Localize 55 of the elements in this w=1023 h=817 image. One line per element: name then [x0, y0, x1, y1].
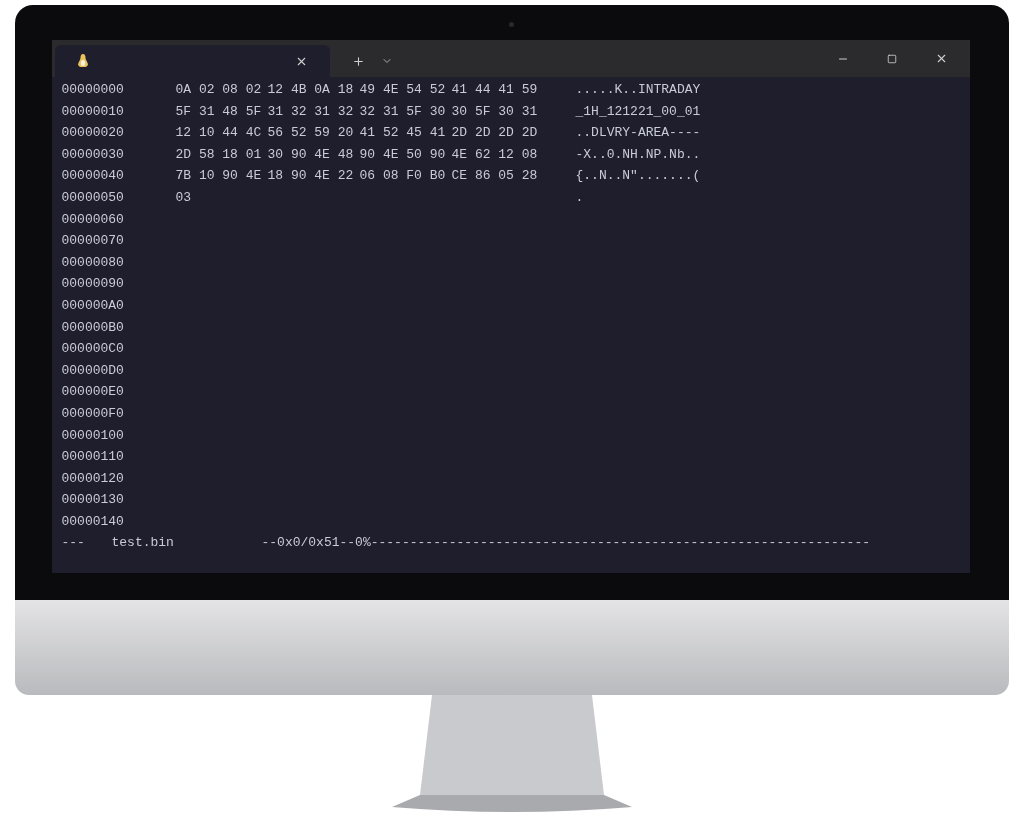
hex-bytes: 56 52 59 20 — [267, 124, 355, 143]
ascii-text: {..N..N".......( — [575, 167, 701, 186]
hex-bytes: 31 32 31 32 — [267, 102, 355, 121]
hex-bytes: 30 90 4E 48 — [267, 145, 355, 164]
hex-bytes: 32 31 5F 30 — [359, 102, 447, 121]
hex-bytes: 06 08 F0 B0 — [359, 167, 447, 186]
offset-text: 00000070 — [61, 232, 125, 251]
hex-bytes: 18 90 4E 22 — [267, 167, 355, 186]
hex-bytes: 7B 10 90 4E — [175, 167, 263, 186]
offset-text: 000000A0 — [61, 296, 125, 315]
offset-text: 00000130 — [61, 491, 125, 510]
offset-text: 00000110 — [61, 448, 125, 467]
new-tab-icon[interactable] — [351, 54, 365, 68]
hex-bytes: 03 — [175, 188, 193, 207]
offset-text: 00000050 — [61, 188, 125, 207]
hex-bytes: 49 4E 54 52 — [359, 81, 447, 99]
hex-bytes: 90 4E 50 90 — [359, 145, 447, 164]
hex-bytes: 30 5F 30 31 — [451, 102, 539, 121]
ascii-text: .....K..INTRADAY — [575, 81, 701, 99]
offset-text: 000000D0 — [61, 361, 125, 380]
offset-text: 000000B0 — [61, 318, 125, 337]
hex-bytes: 5F 31 48 5F — [175, 102, 263, 121]
hex-bytes: 2D 58 18 01 — [175, 145, 263, 164]
offset-text: 00000040 — [61, 167, 125, 186]
position-text: --0x0/0x51--0%---------------------------------------------------------------- — [261, 534, 870, 553]
hex-bytes: 41 44 41 59 — [451, 81, 539, 99]
hex-bytes: CE 86 05 28 — [451, 167, 539, 186]
offset-text: 00000020 — [61, 124, 125, 143]
offset-text: 00000140 — [61, 512, 125, 531]
hex-bytes: 12 10 44 4C — [175, 124, 263, 143]
offset-text: 000000C0 — [61, 340, 125, 359]
ascii-text: ..DLVRY-AREA---- — [575, 124, 701, 143]
status-marker: --- — [61, 534, 86, 553]
offset-text: 00000100 — [61, 426, 125, 445]
hex-bytes: 41 52 45 41 — [359, 124, 447, 143]
offset-text: 000000E0 — [61, 383, 125, 402]
offset-text: 00000060 — [61, 210, 125, 229]
file-name: test.bin — [111, 534, 175, 553]
penguin-icon — [76, 54, 89, 68]
ascii-text: . — [575, 188, 584, 207]
offset-text: 00000090 — [61, 275, 125, 294]
camera-icon — [508, 22, 514, 27]
offset-text: 00000030 — [61, 145, 125, 164]
hex-bytes: 2D 2D 2D 2D — [451, 124, 539, 143]
offset-text: 000000F0 — [61, 404, 125, 423]
offset-text: 00000080 — [61, 253, 125, 272]
hex-bytes: 0A 02 08 02 — [175, 81, 263, 99]
offset-text: 00000000 — [61, 81, 125, 99]
hex-bytes: 4E 62 12 08 — [451, 145, 539, 164]
offset-text: 00000120 — [61, 469, 125, 488]
offset-text: 00000010 — [61, 102, 125, 121]
hex-bytes: 12 4B 0A 18 — [267, 81, 355, 99]
ascii-text: _1H_121221_00_01 — [575, 102, 701, 121]
ascii-text: -X..0.NH.NP.Nb.. — [575, 145, 701, 164]
maximize-icon[interactable] — [886, 53, 897, 64]
